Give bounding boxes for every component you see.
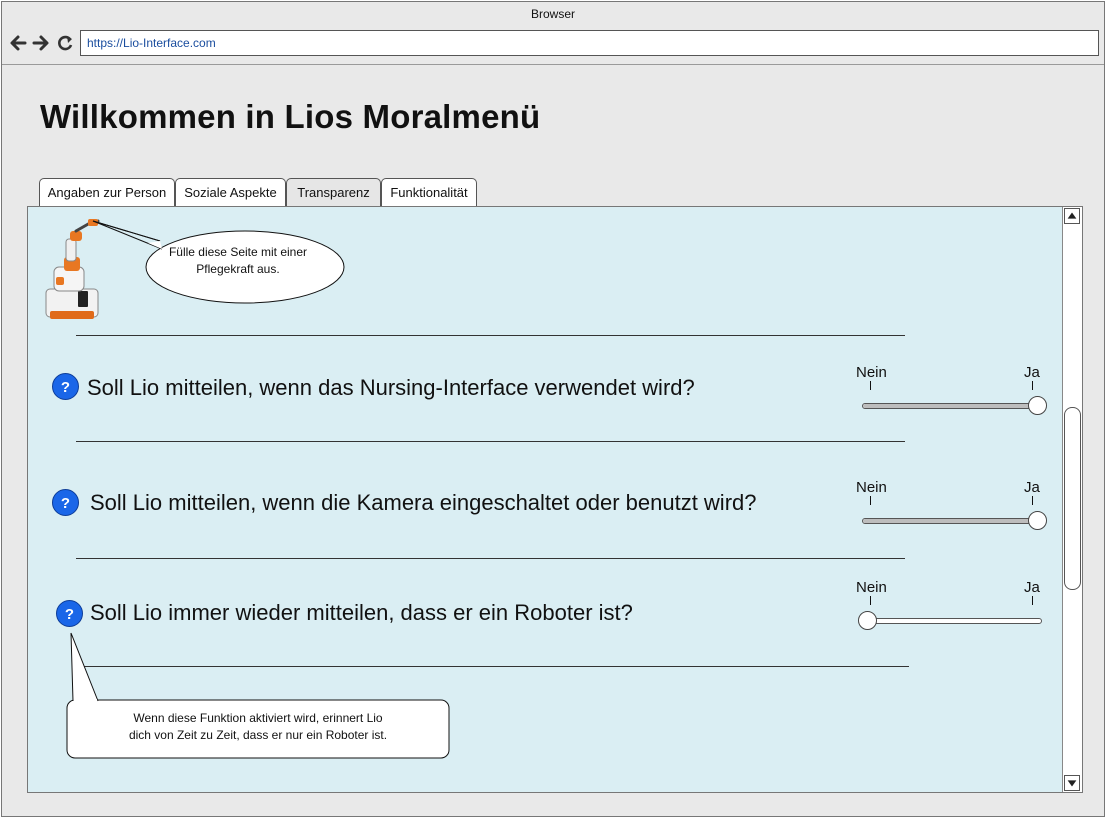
slider-2-knob[interactable]	[1028, 511, 1047, 530]
tab-funktionalitaet[interactable]: Funktionalität	[381, 178, 477, 207]
question-2-text: Soll Lio mitteilen, wenn die Kamera eing…	[90, 490, 757, 515]
scroll-down-arrow-icon[interactable]	[1064, 775, 1080, 791]
tooltip-bubble	[66, 632, 450, 759]
scroll-up-arrow-icon[interactable]	[1064, 208, 1080, 224]
question-mark-icon[interactable]: ?	[52, 373, 79, 400]
tab-angaben-zur-person[interactable]: Angaben zur Person	[39, 178, 175, 207]
slider-2-min-label: Nein	[856, 479, 887, 496]
navigation-bar: https://Lio-Interface.com	[2, 27, 1104, 65]
slider-3-max-label: Ja	[1024, 579, 1040, 596]
window-title: Browser	[530, 7, 575, 21]
question-mark-icon[interactable]: ?	[56, 600, 83, 627]
slider-tick	[1032, 496, 1033, 505]
vertical-scrollbar[interactable]	[1062, 207, 1082, 792]
robot-hint-line2: Pflegekraft aus.	[196, 262, 280, 276]
tooltip-text: Wenn diese Funktion aktiviert wird, erin…	[78, 710, 438, 744]
tooltip-line2: dich von Zeit zu Zeit, dass er nur ein R…	[128, 728, 388, 742]
tab-soziale-aspekte[interactable]: Soziale Aspekte	[175, 178, 286, 207]
forward-arrow-icon[interactable]	[31, 32, 51, 54]
page-title: Willkommen in Lios Moralmenü	[40, 98, 541, 135]
slider-tick	[870, 596, 871, 605]
slider-3-track[interactable]	[862, 618, 1042, 624]
address-bar[interactable]: https://Lio-Interface.com	[80, 30, 1099, 56]
slider-tick	[1032, 381, 1033, 390]
question-mark-icon[interactable]: ?	[52, 489, 79, 516]
slider-tick	[1032, 596, 1033, 605]
slider-2-track[interactable]	[862, 518, 1042, 524]
slider-3-knob[interactable]	[858, 611, 877, 630]
slider-1-min-label: Nein	[856, 364, 887, 381]
question-1-text: Soll Lio mitteilen, wenn das Nursing-Int…	[87, 375, 695, 400]
slider-tick	[870, 381, 871, 390]
slider-2-max-label: Ja	[1024, 479, 1040, 496]
separator	[76, 441, 905, 442]
slider-1-track[interactable]	[862, 403, 1042, 409]
slider-1-fill	[863, 404, 1041, 408]
slider-1-knob[interactable]	[1028, 396, 1047, 415]
separator	[76, 335, 905, 336]
slider-1-max-label: Ja	[1024, 364, 1040, 381]
tab-content-panel: Fülle diese Seite mit einer Pflegekraft …	[27, 206, 1083, 793]
slider-tick	[870, 496, 871, 505]
back-arrow-icon[interactable]	[8, 32, 28, 54]
question-3-text: Soll Lio immer wieder mitteilen, dass er…	[90, 600, 633, 625]
tooltip-line1: Wenn diese Funktion aktiviert wird, erin…	[133, 711, 383, 725]
reload-icon[interactable]	[55, 32, 75, 54]
slider-3-min-label: Nein	[856, 579, 887, 596]
robot-hint-line1: Fülle diese Seite mit einer	[168, 245, 308, 259]
separator	[76, 558, 905, 559]
tab-transparenz[interactable]: Transparenz	[286, 178, 381, 207]
robot-hint-text: Fülle diese Seite mit einer Pflegekraft …	[138, 244, 338, 278]
scrollbar-thumb[interactable]	[1064, 407, 1081, 590]
slider-2-fill	[863, 519, 1041, 523]
